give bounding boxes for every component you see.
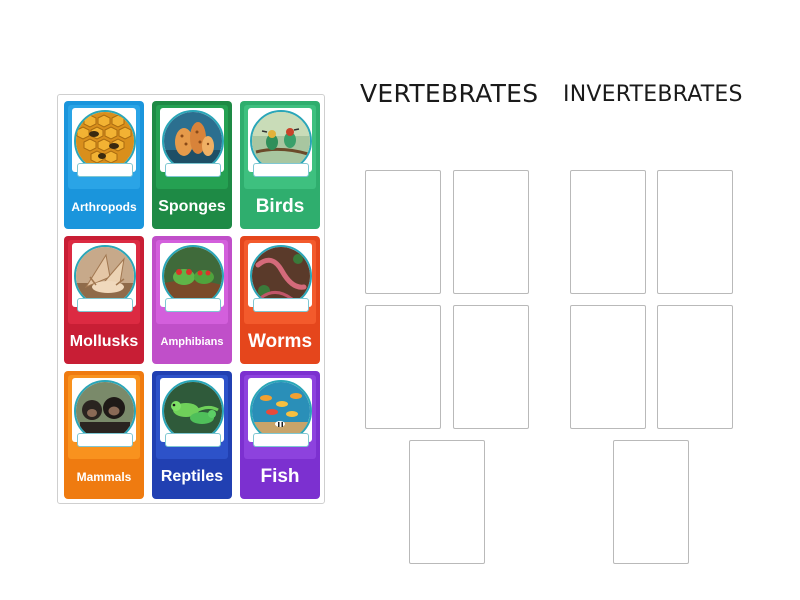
answer-slot: [253, 298, 309, 312]
card-worms[interactable]: Worms: [240, 236, 320, 364]
invertebrates-drop-slot[interactable]: [570, 305, 646, 429]
invertebrates-drop-slot[interactable]: [657, 305, 733, 429]
vertebrates-heading: VERTEBRATES: [360, 79, 539, 108]
card-tray: Arthropods Sponges Birds Mollusks Amphib…: [57, 94, 325, 504]
card-label: Arthropods: [71, 200, 137, 214]
card-sponges[interactable]: Sponges: [152, 101, 232, 229]
card-mollusks[interactable]: Mollusks: [64, 236, 144, 364]
vertebrates-drop-slot[interactable]: [453, 170, 529, 294]
answer-slot: [165, 163, 221, 177]
card-birds[interactable]: Birds: [240, 101, 320, 229]
card-label: Birds: [255, 196, 305, 217]
answer-slot: [165, 433, 221, 447]
vertebrates-drop-slot[interactable]: [365, 170, 441, 294]
invertebrates-heading: INVERTEBRATES: [563, 82, 743, 107]
answer-slot: [77, 298, 133, 312]
answer-slot: [253, 433, 309, 447]
invertebrates-drop-slot[interactable]: [570, 170, 646, 294]
vertebrates-drop-slot[interactable]: [453, 305, 529, 429]
card-amphibians[interactable]: Amphibians: [152, 236, 232, 364]
card-reptiles[interactable]: Reptiles: [152, 371, 232, 499]
answer-slot: [165, 298, 221, 312]
card-label: Mammals: [76, 470, 132, 484]
activity-stage: Arthropods Sponges Birds Mollusks Amphib…: [0, 0, 800, 600]
vertebrates-drop-slot[interactable]: [409, 440, 485, 564]
answer-slot: [77, 163, 133, 177]
answer-slot: [253, 163, 309, 177]
card-mammals[interactable]: Mammals: [64, 371, 144, 499]
answer-slot: [77, 433, 133, 447]
card-arthropods[interactable]: Arthropods: [64, 101, 144, 229]
invertebrates-drop-slot[interactable]: [657, 170, 733, 294]
card-label: Amphibians: [160, 336, 224, 348]
card-fish[interactable]: Fish: [240, 371, 320, 499]
invertebrates-drop-slot[interactable]: [613, 440, 689, 564]
card-label: Mollusks: [69, 333, 139, 350]
vertebrates-drop-slot[interactable]: [365, 305, 441, 429]
card-label: Worms: [247, 331, 313, 352]
card-label: Sponges: [158, 198, 226, 215]
card-label: Reptiles: [160, 468, 224, 485]
card-label: Fish: [260, 466, 300, 487]
